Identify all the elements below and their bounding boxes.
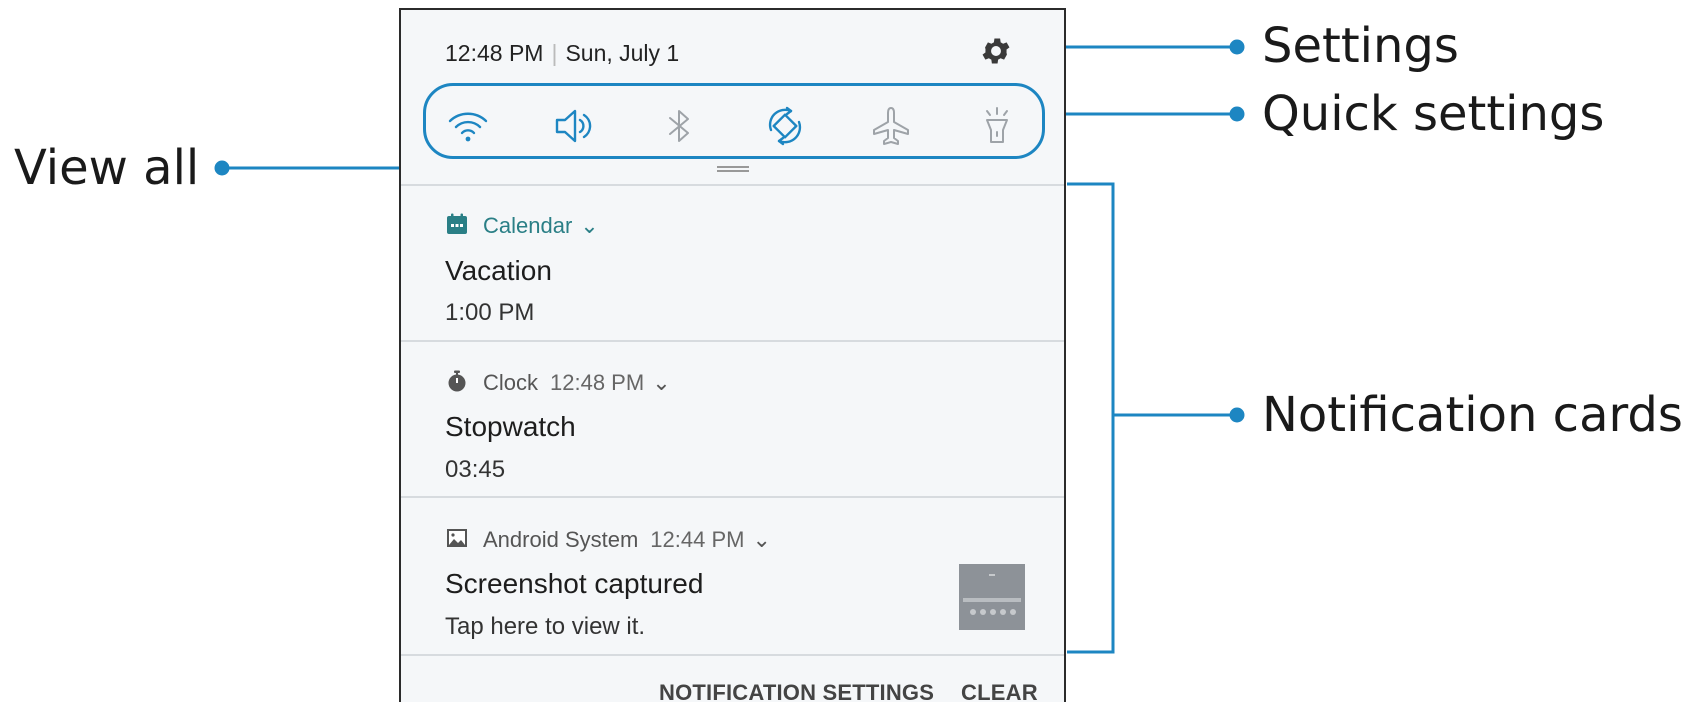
notification-text: 03:45 [445,456,506,483]
notification-text: Tap here to view it. [445,613,646,640]
status-bar: 12:48 PM | Sun, July 1 [445,40,679,67]
notification-title: Stopwatch [445,411,576,442]
notification-settings-button[interactable]: NOTIFICATION SETTINGS [659,680,934,702]
callout-notification-cards-label: Notification cards [1262,387,1683,443]
quick-settings-callout-dot [1229,106,1245,122]
notification-title: Vacation [445,255,552,286]
notification-text: 1:00 PM [445,299,535,326]
notification-app-name: Calendar [483,213,573,238]
bluetooth-icon[interactable] [657,104,701,148]
view-all-callout-dot [214,160,230,176]
callout-view-all-label: View all [14,140,200,196]
wifi-icon[interactable] [446,104,490,148]
sound-icon[interactable] [551,104,595,148]
screenshot-thumbnail[interactable] [959,564,1025,630]
notification-title: Screenshot captured [445,568,704,599]
quick-settings-panel [423,83,1045,159]
notification-time: 12:44 PM [650,527,745,552]
settings-gear-icon[interactable] [979,34,1013,68]
divider [401,340,1064,342]
chevron-down-icon[interactable]: ⌄ [652,370,670,395]
notification-time: 12:48 PM [550,370,645,395]
calendar-icon [447,213,467,234]
notification-panel: 12:48 PM | Sun, July 1 Calendar ⌄ Vacati… [399,8,1066,702]
chevron-down-icon[interactable]: ⌄ [580,213,598,238]
clear-button[interactable]: CLEAR [961,680,1038,702]
settings-callout-dot [1229,39,1245,55]
status-separator: | [551,40,558,66]
status-time: 12:48 PM [445,40,544,66]
chevron-down-icon[interactable]: ⌄ [752,527,770,552]
notification-app-name: Android System [483,527,639,552]
notification-app-name: Clock [483,370,539,395]
notification-app-line: Android System 12:44 PM ⌄ [483,527,771,553]
auto-rotate-icon[interactable] [763,104,807,148]
notification-app-line: Clock 12:48 PM ⌄ [483,370,671,396]
flashlight-icon[interactable] [975,104,1019,148]
notification-app-line: Calendar ⌄ [483,213,599,239]
image-icon [447,529,467,547]
divider [401,496,1064,498]
stopwatch-icon [448,370,466,392]
notification-cards-bracket [1067,182,1115,654]
callout-quick-settings-label: Quick settings [1262,86,1605,142]
divider [401,654,1064,656]
divider [401,184,1064,186]
view-all-handle[interactable] [717,166,749,172]
notification-cards-callout-dot [1229,407,1245,423]
thumbnail-preview [959,564,1025,630]
airplane-mode-icon[interactable] [869,104,913,148]
status-date: Sun, July 1 [565,40,680,66]
callout-settings-label: Settings [1262,18,1459,74]
